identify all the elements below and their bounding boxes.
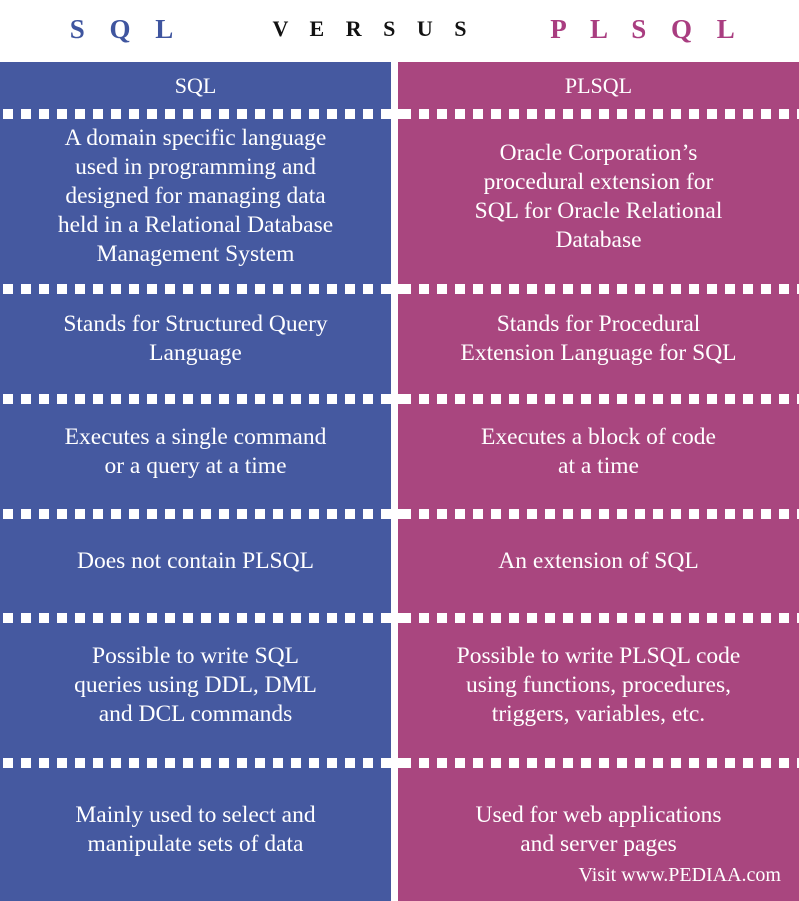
cell-plsql-row-5: Possible to write PLSQL code using funct… bbox=[398, 613, 799, 758]
cell-plsql-row-4: An extension of SQL bbox=[398, 509, 799, 613]
comparison-infographic: S Q L V E R S U S P L S Q L SQL A domain… bbox=[0, 0, 799, 901]
attribution-text: Visit www.PEDIAA.com bbox=[578, 864, 782, 886]
cell-sql-row-5-text: Possible to write SQL queries using DDL,… bbox=[74, 643, 317, 727]
dashed-separator-icon bbox=[398, 109, 799, 119]
cell-plsql-heading-text: PLSQL bbox=[564, 72, 633, 98]
column-divider bbox=[391, 62, 398, 901]
cell-plsql-row-1: Oracle Corporation’s procedural extensio… bbox=[398, 109, 799, 284]
cell-sql-row-5: Possible to write SQL queries using DDL,… bbox=[0, 613, 391, 758]
cell-sql-row-2: Stands for Structured Query Language bbox=[0, 284, 391, 394]
cell-sql-row-4-text: Does not contain PLSQL bbox=[77, 547, 314, 574]
cell-plsql-row-3-text: Executes a block of code at a time bbox=[481, 423, 716, 479]
cell-sql-row-2-text: Stands for Structured Query Language bbox=[63, 311, 328, 366]
title-bar: S Q L V E R S U S P L S Q L bbox=[0, 0, 799, 62]
dashed-separator-icon bbox=[398, 394, 799, 404]
cell-plsql-row-2: Stands for Procedural Extension Language… bbox=[398, 284, 799, 394]
cell-sql-row-6-text: Mainly used to select and manipulate set… bbox=[75, 801, 316, 857]
cell-plsql-row-1-text: Oracle Corporation’s procedural extensio… bbox=[474, 139, 723, 253]
cell-plsql-row-3: Executes a block of code at a time bbox=[398, 394, 799, 509]
cell-sql-row-1-text: A domain specific language used in progr… bbox=[57, 125, 334, 267]
column-plsql: PLSQL Oracle Corporation’s procedural ex… bbox=[398, 62, 799, 901]
cell-sql-row-6: Mainly used to select and manipulate set… bbox=[0, 758, 391, 901]
cell-sql-heading-text: SQL bbox=[174, 72, 217, 98]
cell-sql-row-3: Executes a single command or a query at … bbox=[0, 394, 391, 509]
cell-sql-row-3-text: Executes a single command or a query at … bbox=[64, 423, 327, 479]
dashed-separator-icon bbox=[398, 758, 799, 768]
dashed-separator-icon bbox=[398, 613, 799, 623]
title-versus: V E R S U S bbox=[272, 16, 475, 41]
dashed-separator-icon bbox=[0, 758, 391, 768]
cell-plsql-row-6-text: Used for web applications and server pag… bbox=[475, 801, 722, 857]
cell-plsql-heading: PLSQL bbox=[398, 62, 799, 109]
cell-plsql-row-5-text: Possible to write PLSQL code using funct… bbox=[456, 643, 741, 727]
dashed-separator-icon bbox=[398, 284, 799, 294]
cell-sql-heading: SQL bbox=[0, 62, 391, 109]
cell-plsql-row-2-text: Stands for Procedural Extension Language… bbox=[460, 311, 737, 366]
dashed-separator-icon bbox=[0, 394, 391, 404]
cell-plsql-row-6: Used for web applications and server pag… bbox=[398, 758, 799, 901]
title-plsql: P L S Q L bbox=[550, 13, 744, 44]
dashed-separator-icon bbox=[0, 109, 391, 119]
title-sql: S Q L bbox=[69, 13, 183, 44]
cell-sql-row-4: Does not contain PLSQL bbox=[0, 509, 391, 613]
dashed-separator-icon bbox=[0, 284, 391, 294]
comparison-columns: SQL A domain specific language used in p… bbox=[0, 62, 799, 901]
cell-sql-row-1: A domain specific language used in progr… bbox=[0, 109, 391, 284]
cell-plsql-row-4-text: An extension of SQL bbox=[498, 547, 699, 574]
dashed-separator-icon bbox=[0, 509, 391, 519]
dashed-separator-icon bbox=[398, 509, 799, 519]
dashed-separator-icon bbox=[0, 613, 391, 623]
column-sql: SQL A domain specific language used in p… bbox=[0, 62, 391, 901]
